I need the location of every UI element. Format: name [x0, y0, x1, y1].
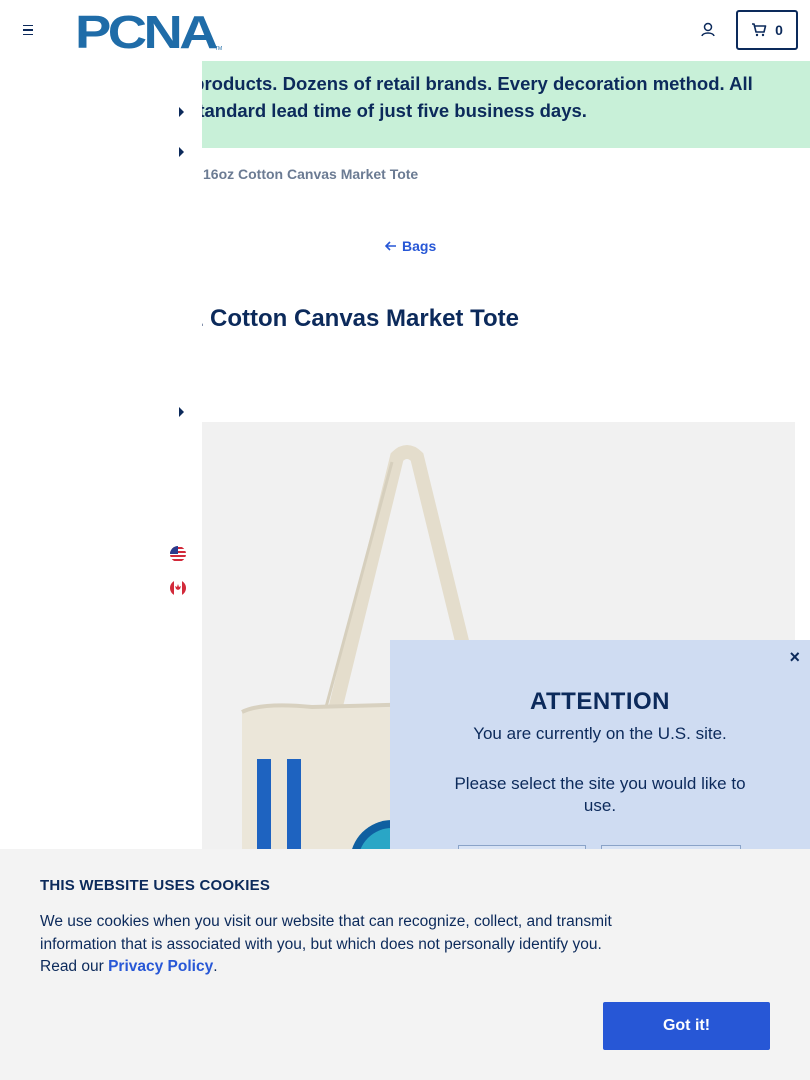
cookie-body: We use cookies when you visit our websit… [40, 911, 615, 979]
site-select-modal: × ATTENTION You are currently on the U.S… [390, 640, 810, 880]
cookie-heading: THIS WEBSITE USES COOKIES [40, 877, 271, 894]
attention-message: You are currently on the U.S. site. [473, 724, 727, 743]
caret-right-icon[interactable] [179, 407, 184, 417]
us-flag-icon[interactable] [170, 546, 186, 562]
site-header: PCNA TM 0 [0, 0, 810, 61]
attention-prompt: Please select the site you would like to… [454, 774, 746, 815]
menu-icon[interactable] [18, 20, 38, 40]
breadcrumb[interactable]: 16oz Cotton Canvas Market Tote [203, 166, 418, 182]
caret-right-icon[interactable] [179, 107, 184, 117]
back-to-bags-link[interactable]: Bags [385, 238, 436, 254]
pcna-logo[interactable]: PCNA TM [75, 10, 225, 52]
back-link-label: Bags [402, 238, 437, 254]
attention-heading: ATTENTION [529, 688, 671, 715]
cookie-banner: THIS WEBSITE USES COOKIES We use cookies… [0, 849, 810, 1080]
canada-flag-icon[interactable] [170, 580, 186, 596]
svg-text:PCNA: PCNA [75, 10, 217, 52]
cookie-body-end: . [213, 958, 218, 975]
cart-count: 0 [775, 22, 783, 38]
promo-line-1: ls of products. Dozens of retail brands.… [150, 73, 753, 94]
side-drawer [0, 61, 202, 861]
cart-icon [752, 23, 767, 37]
privacy-policy-link[interactable]: Privacy Policy [108, 958, 213, 975]
arrow-left-icon [385, 241, 396, 251]
caret-right-icon[interactable] [179, 147, 184, 157]
product-title: 16oz Cotton Canvas Market Tote [150, 305, 519, 332]
page: PCNA TM 0 ls of products. Dozens of reta… [0, 0, 810, 1080]
promo-line-2: th a standard lead time of just five bus… [150, 100, 587, 121]
got-it-button[interactable]: Got it! [603, 1002, 770, 1050]
promo-text: ls of products. Dozens of retail brands.… [150, 70, 810, 124]
close-icon[interactable]: × [789, 648, 800, 666]
cart-button[interactable]: 0 [736, 10, 798, 50]
account-icon[interactable] [698, 20, 718, 40]
svg-text:TM: TM [215, 46, 222, 52]
